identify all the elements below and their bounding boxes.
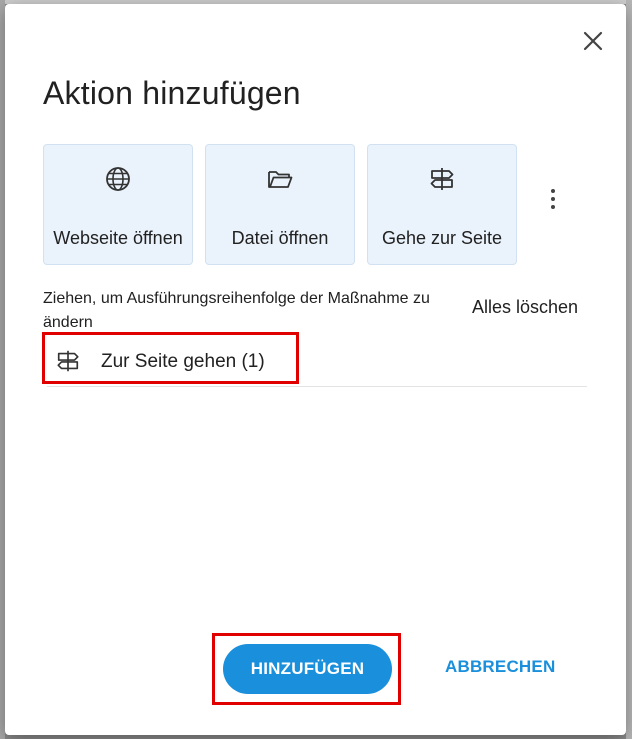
close-button[interactable] (578, 26, 608, 56)
action-card-go-to-page[interactable]: Gehe zur Seite (367, 144, 517, 265)
close-icon (583, 31, 603, 51)
action-card-label: Webseite öffnen (53, 228, 183, 248)
action-card-open-webpage[interactable]: Webseite öffnen (43, 144, 193, 265)
folder-open-icon (268, 171, 293, 188)
more-options-button[interactable] (543, 184, 563, 214)
action-card-open-file[interactable]: Datei öffnen (205, 144, 355, 265)
action-card-label: Datei öffnen (231, 228, 329, 248)
dialog-title: Aktion hinzufügen (43, 75, 301, 111)
signpost-icon (57, 350, 79, 372)
queued-action-label: Zur Seite gehen (1) (101, 351, 265, 372)
backdrop-right (626, 0, 632, 739)
cancel-button[interactable]: ABBRECHEN (445, 657, 555, 677)
clear-all-button[interactable]: Alles löschen (472, 297, 578, 318)
reorder-hint: Ziehen, um Ausführungsreihenfolge der Ma… (43, 290, 430, 331)
add-button[interactable]: HINZUFÜGEN (223, 644, 392, 694)
queued-action-item[interactable]: Zur Seite gehen (1) (47, 334, 587, 387)
action-card-label: Gehe zur Seite (381, 228, 503, 248)
signpost-icon (430, 168, 454, 190)
add-action-dialog: Aktion hinzufügen Webseite öffnen Datei … (5, 4, 626, 735)
globe-icon (106, 167, 130, 191)
more-vertical-icon (551, 189, 555, 209)
